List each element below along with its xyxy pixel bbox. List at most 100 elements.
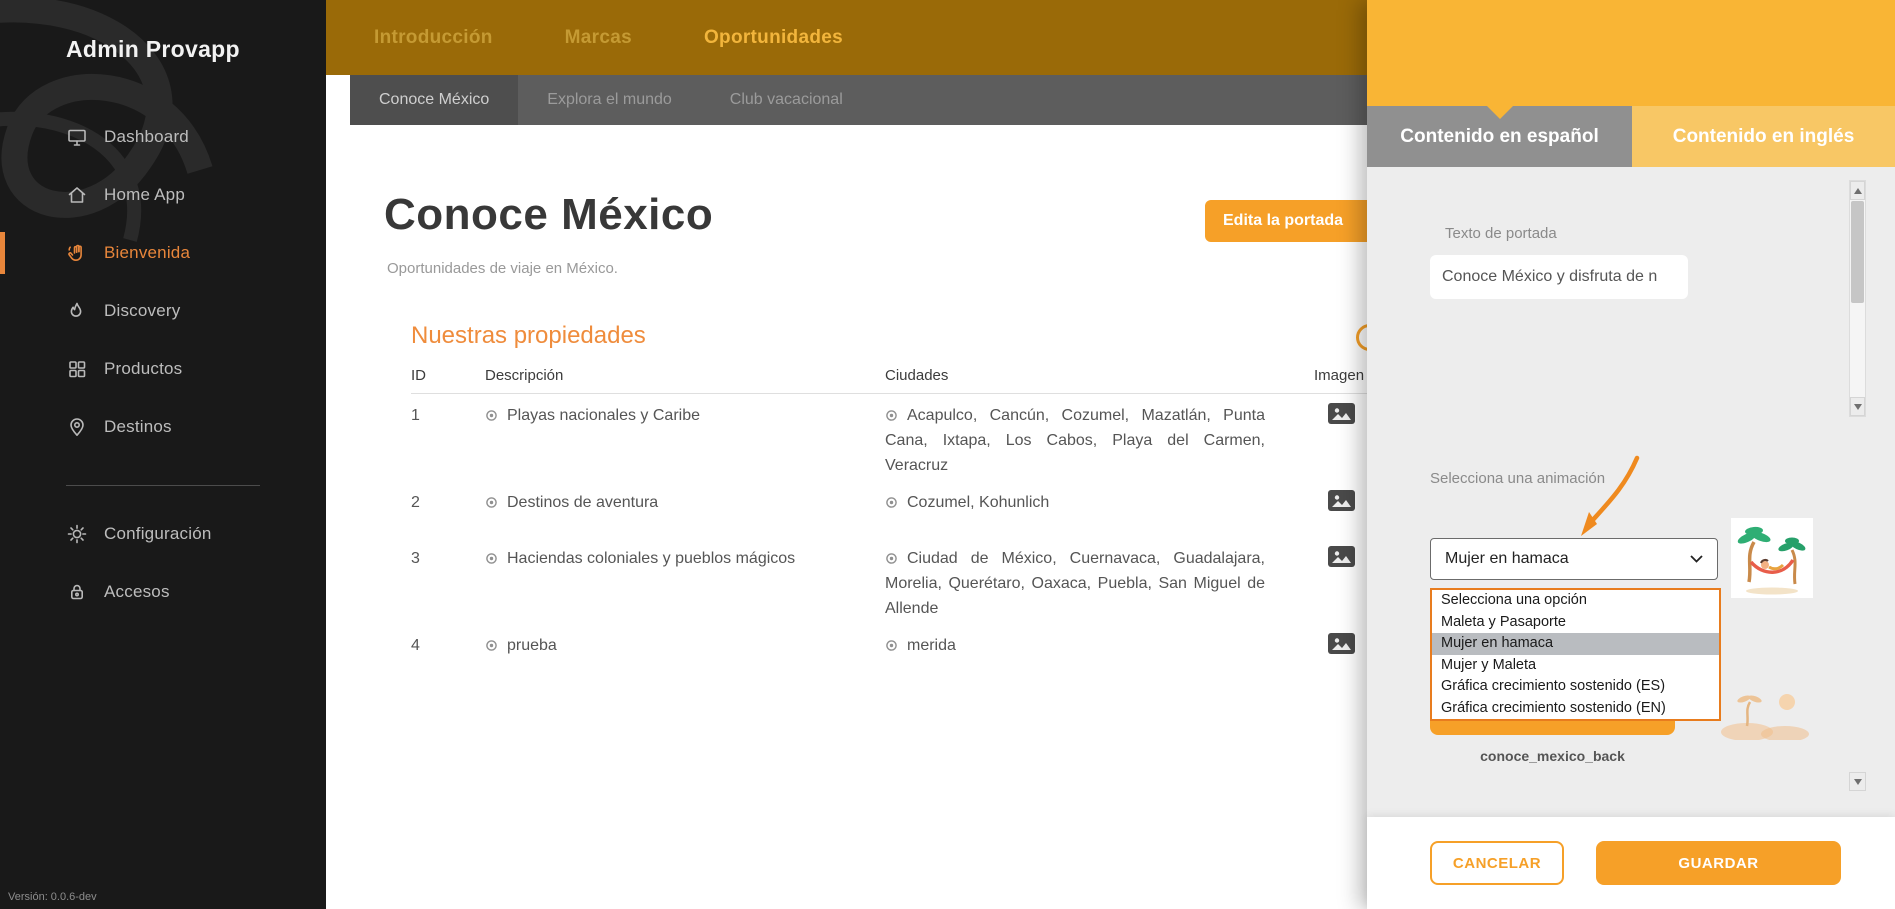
image-thumbnail-icon[interactable] bbox=[1328, 633, 1355, 662]
cell-ciudades: Cozumel, Kohunlich bbox=[885, 490, 1305, 519]
bullseye-icon bbox=[485, 494, 507, 511]
subtab-explora-el-mundo[interactable]: Explora el mundo bbox=[518, 75, 701, 125]
sidebar-item-label: Accesos bbox=[104, 582, 170, 601]
chevron-down-icon bbox=[1690, 550, 1703, 568]
bullseye-icon bbox=[885, 407, 907, 424]
location-pin-icon bbox=[66, 416, 88, 438]
cell-descripcion: Haciendas coloniales y pueblos mágicos bbox=[485, 546, 885, 621]
wave-hand-icon bbox=[66, 242, 88, 264]
scrollbar-thumb[interactable] bbox=[1851, 201, 1864, 303]
sidebar-item-discovery[interactable]: Discovery bbox=[0, 282, 326, 340]
sidebar-item-productos[interactable]: Productos bbox=[0, 340, 326, 398]
bullseye-icon bbox=[885, 494, 907, 511]
table-row[interactable]: 2 Destinos de aventura Cozumel, Kohunlic… bbox=[411, 481, 1531, 519]
table-header: ID Descripción Ciudades Imagen bbox=[411, 367, 1531, 394]
beach-preview-image bbox=[1717, 688, 1812, 742]
sidebar-item-label: Dashboard bbox=[104, 127, 189, 146]
scroll-down-button[interactable] bbox=[1850, 397, 1865, 416]
descripcion-text: prueba bbox=[507, 637, 557, 654]
image-thumbnail-icon[interactable] bbox=[1328, 403, 1355, 432]
tab-contenido-ingles[interactable]: Contenido en inglés bbox=[1632, 106, 1895, 167]
sidebar-item-home-app[interactable]: Home App bbox=[0, 166, 326, 224]
cell-descripcion: Playas nacionales y Caribe bbox=[485, 403, 885, 478]
bullseye-icon bbox=[885, 637, 907, 654]
inner-scrollbar[interactable] bbox=[1849, 180, 1866, 417]
table-row[interactable]: 1 Playas nacionales y Caribe Acapulco, C… bbox=[411, 394, 1531, 478]
sidebar-item-bienvenida[interactable]: Bienvenida bbox=[0, 224, 326, 282]
option-selecciona[interactable]: Selecciona una opción bbox=[1432, 590, 1719, 612]
save-button[interactable]: GUARDAR bbox=[1596, 841, 1841, 885]
animation-label: Selecciona una animación bbox=[1430, 470, 1606, 487]
sidebar-divider bbox=[66, 485, 260, 486]
ciudades-text: merida bbox=[907, 637, 956, 654]
subtab-conoce-mexico[interactable]: Conoce México bbox=[350, 75, 519, 125]
cell-ciudades: Ciudad de México, Cuernavaca, Guadalajar… bbox=[885, 546, 1305, 621]
sidebar-item-label: Discovery bbox=[104, 301, 181, 320]
scroll-up-button[interactable] bbox=[1850, 181, 1865, 200]
descripcion-text: Haciendas coloniales y pueblos mágicos bbox=[507, 550, 796, 567]
lock-icon bbox=[66, 581, 88, 603]
triangle-down-icon bbox=[1853, 778, 1862, 785]
tab-oportunidades[interactable]: Oportunidades bbox=[704, 27, 843, 49]
grid-icon bbox=[66, 358, 88, 380]
cell-id: 2 bbox=[411, 494, 420, 511]
scroll-down-button[interactable] bbox=[1849, 772, 1866, 791]
sidebar: Admin Provapp Dashboard Home App Bienven… bbox=[0, 0, 326, 909]
option-grafica-es[interactable]: Gráfica crecimiento sostenido (ES) bbox=[1432, 676, 1719, 698]
cell-ciudades: Acapulco, Cancún, Cozumel, Mazatlán, Pun… bbox=[885, 403, 1305, 478]
cell-descripcion: prueba bbox=[485, 633, 885, 662]
option-mujer-hamaca[interactable]: Mujer en hamaca bbox=[1432, 633, 1719, 655]
cover-image-name: conoce_mexico_back bbox=[1480, 748, 1625, 764]
properties-table: ID Descripción Ciudades Imagen 1 Playas … bbox=[411, 367, 1531, 662]
bullseye-icon bbox=[485, 407, 507, 424]
subtab-club-vacacional[interactable]: Club vacacional bbox=[701, 75, 872, 125]
col-header-descripcion: Descripción bbox=[485, 367, 564, 384]
content-editor-panel: Contenido en español Contenido en inglés… bbox=[1367, 0, 1895, 909]
animation-select-value: Mujer en hamaca bbox=[1445, 550, 1569, 567]
section-title: Nuestras propiedades bbox=[411, 322, 646, 349]
sidebar-item-label: Bienvenida bbox=[104, 243, 191, 262]
image-thumbnail-icon[interactable] bbox=[1328, 490, 1355, 519]
tab-marcas[interactable]: Marcas bbox=[565, 27, 632, 49]
sidebar-item-dashboard[interactable]: Dashboard bbox=[0, 108, 326, 166]
triangle-up-icon bbox=[1853, 187, 1862, 194]
option-grafica-en[interactable]: Gráfica crecimiento sostenido (EN) bbox=[1432, 698, 1719, 720]
tab-introduccion[interactable]: Introducción bbox=[374, 27, 493, 49]
animation-preview-image bbox=[1731, 518, 1813, 598]
sidebar-item-destinos[interactable]: Destinos bbox=[0, 398, 326, 456]
cover-text-input[interactable] bbox=[1430, 255, 1688, 299]
active-tab-pointer bbox=[1487, 106, 1513, 119]
cover-text-label: Texto de portada bbox=[1445, 225, 1557, 242]
sidebar-item-accesos[interactable]: Accesos bbox=[0, 563, 326, 621]
bullseye-icon bbox=[485, 637, 507, 654]
cell-id: 4 bbox=[411, 637, 420, 654]
home-icon bbox=[66, 184, 88, 206]
bullseye-icon bbox=[485, 550, 507, 567]
app-root: Admin Provapp Dashboard Home App Bienven… bbox=[0, 0, 1895, 909]
bullseye-icon bbox=[885, 550, 907, 567]
cell-id: 3 bbox=[411, 550, 420, 567]
cancel-button[interactable]: CANCELAR bbox=[1430, 841, 1564, 885]
panel-footer: CANCELAR GUARDAR bbox=[1367, 817, 1895, 909]
sidebar-item-configuracion[interactable]: Configuración bbox=[0, 505, 326, 563]
image-thumbnail-icon[interactable] bbox=[1328, 546, 1355, 575]
flame-icon bbox=[66, 300, 88, 322]
gear-icon bbox=[66, 523, 88, 545]
table-row[interactable]: 4 prueba merida bbox=[411, 624, 1531, 662]
ciudades-text: Cozumel, Kohunlich bbox=[907, 494, 1050, 511]
descripcion-text: Destinos de aventura bbox=[507, 494, 659, 511]
animation-select[interactable]: Mujer en hamaca bbox=[1430, 538, 1718, 580]
cell-ciudades: merida bbox=[885, 633, 1305, 662]
cell-id: 1 bbox=[411, 407, 420, 424]
sidebar-item-label: Home App bbox=[104, 185, 185, 204]
table-row[interactable]: 3 Haciendas coloniales y pueblos mágicos… bbox=[411, 537, 1531, 621]
option-mujer-maleta[interactable]: Mujer y Maleta bbox=[1432, 655, 1719, 677]
cell-descripcion: Destinos de aventura bbox=[485, 490, 885, 519]
ciudades-text: Ciudad de México, Cuernavaca, Guadalajar… bbox=[885, 550, 1265, 617]
option-maleta-pasaporte[interactable]: Maleta y Pasaporte bbox=[1432, 612, 1719, 634]
sidebar-item-label: Productos bbox=[104, 359, 183, 378]
col-header-ciudades: Ciudades bbox=[885, 367, 949, 384]
annotation-arrow bbox=[1581, 455, 1640, 536]
col-header-id: ID bbox=[411, 367, 426, 384]
outer-scrollbar[interactable] bbox=[1849, 772, 1866, 791]
